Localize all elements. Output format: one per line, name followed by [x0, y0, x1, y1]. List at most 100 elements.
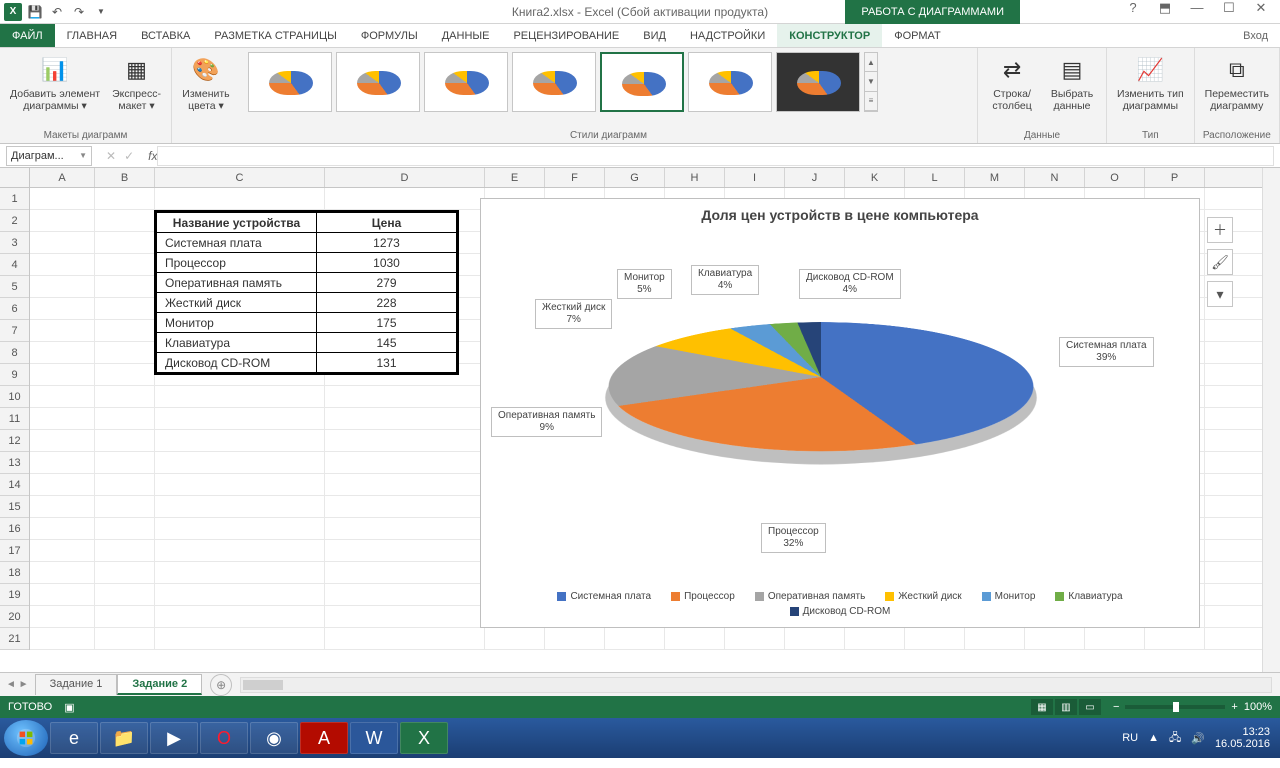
- legend-item[interactable]: Процессор: [671, 591, 735, 602]
- taskbar-acrobat-icon[interactable]: A: [300, 722, 348, 754]
- tab-вставка[interactable]: ВСТАВКА: [129, 24, 202, 47]
- undo-icon[interactable]: ↶: [48, 3, 66, 21]
- move-chart-button[interactable]: ⧉ Переместить диаграмму: [1203, 52, 1271, 114]
- row-header[interactable]: 6: [0, 298, 29, 320]
- gallery-scroll[interactable]: ▲▼≡: [864, 52, 878, 112]
- chart-title[interactable]: Доля цен устройств в цене компьютера: [481, 199, 1199, 227]
- table-row[interactable]: Процессор1030: [157, 253, 457, 273]
- redo-icon[interactable]: ↷: [70, 3, 88, 21]
- row-header[interactable]: 5: [0, 276, 29, 298]
- col-header[interactable]: C: [155, 168, 325, 187]
- help-icon[interactable]: ?: [1122, 0, 1144, 16]
- zoom-value[interactable]: 100%: [1244, 701, 1272, 713]
- chart-elements-button[interactable]: ＋: [1207, 217, 1233, 243]
- tray-lang[interactable]: RU: [1122, 732, 1138, 744]
- table-row[interactable]: Системная плата1273: [157, 233, 457, 253]
- taskbar-excel-icon[interactable]: X: [400, 722, 448, 754]
- excel-icon[interactable]: X: [4, 3, 22, 21]
- zoom-slider[interactable]: [1125, 705, 1225, 709]
- tab-рецензирование[interactable]: РЕЦЕНЗИРОВАНИЕ: [501, 24, 631, 47]
- change-chart-type-button[interactable]: 📈 Изменить тип диаграммы: [1115, 52, 1186, 114]
- save-icon[interactable]: 💾: [26, 3, 44, 21]
- sheet-tab[interactable]: Задание 2: [117, 674, 202, 695]
- col-header[interactable]: D: [325, 168, 485, 187]
- vertical-scrollbar[interactable]: [1262, 168, 1280, 672]
- row-header[interactable]: 10: [0, 386, 29, 408]
- qat-customize-icon[interactable]: ▼: [92, 3, 110, 21]
- macro-record-icon[interactable]: ▣: [64, 701, 74, 714]
- signin-link[interactable]: Вход: [1231, 24, 1280, 47]
- change-colors-button[interactable]: 🎨 Изменить цвета ▾: [180, 52, 232, 114]
- chart-data-label[interactable]: Системная плата39%: [1059, 337, 1154, 367]
- name-box[interactable]: Диаграм... ▼: [6, 146, 92, 166]
- sheet-tab[interactable]: Задание 1: [35, 674, 118, 695]
- ribbon-display-icon[interactable]: ⬒: [1154, 0, 1176, 16]
- col-header[interactable]: G: [605, 168, 665, 187]
- quick-layout-button[interactable]: ▦ Экспресс- макет ▾: [110, 52, 163, 114]
- legend-item[interactable]: Клавиатура: [1055, 591, 1122, 602]
- tray-network-icon[interactable]: 🖧: [1169, 729, 1181, 748]
- col-header[interactable]: H: [665, 168, 725, 187]
- col-header[interactable]: L: [905, 168, 965, 187]
- table-row[interactable]: Оперативная память279: [157, 273, 457, 293]
- col-header[interactable]: O: [1085, 168, 1145, 187]
- view-page-layout-button[interactable]: ▥: [1055, 699, 1077, 715]
- taskbar-opera-icon[interactable]: O: [200, 722, 248, 754]
- chart-style-thumb[interactable]: [248, 52, 332, 112]
- tray-flag-icon[interactable]: ▲: [1148, 732, 1159, 744]
- table-row[interactable]: Клавиатура145: [157, 333, 457, 353]
- col-header[interactable]: M: [965, 168, 1025, 187]
- cells-area[interactable]: Название устройства Цена Системная плата…: [30, 188, 1262, 672]
- tab-формат[interactable]: ФОРМАТ: [882, 24, 953, 47]
- row-header[interactable]: 19: [0, 584, 29, 606]
- zoom-out-button[interactable]: −: [1113, 701, 1119, 713]
- row-header[interactable]: 21: [0, 628, 29, 650]
- tab-вид[interactable]: ВИД: [631, 24, 678, 47]
- col-header[interactable]: A: [30, 168, 95, 187]
- chart-style-thumb[interactable]: [424, 52, 508, 112]
- row-header[interactable]: 18: [0, 562, 29, 584]
- col-header[interactable]: J: [785, 168, 845, 187]
- chart-data-label[interactable]: Процессор32%: [761, 523, 826, 553]
- row-header[interactable]: 20: [0, 606, 29, 628]
- table-row[interactable]: Жесткий диск228: [157, 293, 457, 313]
- row-header[interactable]: 12: [0, 430, 29, 452]
- legend-item[interactable]: Оперативная память: [755, 591, 865, 602]
- legend-item[interactable]: Жесткий диск: [885, 591, 961, 602]
- tab-file[interactable]: ФАЙЛ: [0, 24, 55, 47]
- chart-data-label[interactable]: Жесткий диск7%: [535, 299, 612, 329]
- view-normal-button[interactable]: ▦: [1031, 699, 1053, 715]
- legend-item[interactable]: Системная плата: [557, 591, 651, 602]
- tab-главная[interactable]: ГЛАВНАЯ: [55, 24, 129, 47]
- row-header[interactable]: 11: [0, 408, 29, 430]
- col-header[interactable]: F: [545, 168, 605, 187]
- new-sheet-button[interactable]: ⊕: [210, 674, 232, 696]
- chart-style-thumb[interactable]: [688, 52, 772, 112]
- tab-разметка страницы[interactable]: РАЗМЕТКА СТРАНИЦЫ: [202, 24, 348, 47]
- enter-icon[interactable]: ✓: [124, 149, 134, 163]
- tab-формулы[interactable]: ФОРМУЛЫ: [349, 24, 430, 47]
- tray-sound-icon[interactable]: 🔊: [1191, 732, 1205, 745]
- chart-style-thumb[interactable]: [776, 52, 860, 112]
- legend-item[interactable]: Дисковод CD-ROM: [790, 606, 891, 617]
- chart-style-thumb[interactable]: [512, 52, 596, 112]
- row-header[interactable]: 17: [0, 540, 29, 562]
- col-header[interactable]: I: [725, 168, 785, 187]
- view-page-break-button[interactable]: ▭: [1079, 699, 1101, 715]
- col-header[interactable]: P: [1145, 168, 1205, 187]
- tab-конструктор[interactable]: КОНСТРУКТОР: [777, 24, 882, 47]
- row-header[interactable]: 8: [0, 342, 29, 364]
- row-header[interactable]: 15: [0, 496, 29, 518]
- row-header[interactable]: 7: [0, 320, 29, 342]
- chart-legend[interactable]: Системная плата Процессор Оперативная памя…: [481, 587, 1199, 621]
- legend-item[interactable]: Монитор: [982, 591, 1036, 602]
- fx-icon[interactable]: fx: [142, 149, 157, 163]
- horizontal-scrollbar[interactable]: [240, 677, 1272, 693]
- col-header[interactable]: K: [845, 168, 905, 187]
- tab-данные[interactable]: ДАННЫЕ: [430, 24, 502, 47]
- table-row[interactable]: Монитор175: [157, 313, 457, 333]
- chart-styles-button[interactable]: 🖌: [1207, 249, 1233, 275]
- chart-object[interactable]: Доля цен устройств в цене компьютера Сис…: [480, 198, 1200, 628]
- tab-надстройки[interactable]: НАДСТРОЙКИ: [678, 24, 777, 47]
- row-header[interactable]: 2: [0, 210, 29, 232]
